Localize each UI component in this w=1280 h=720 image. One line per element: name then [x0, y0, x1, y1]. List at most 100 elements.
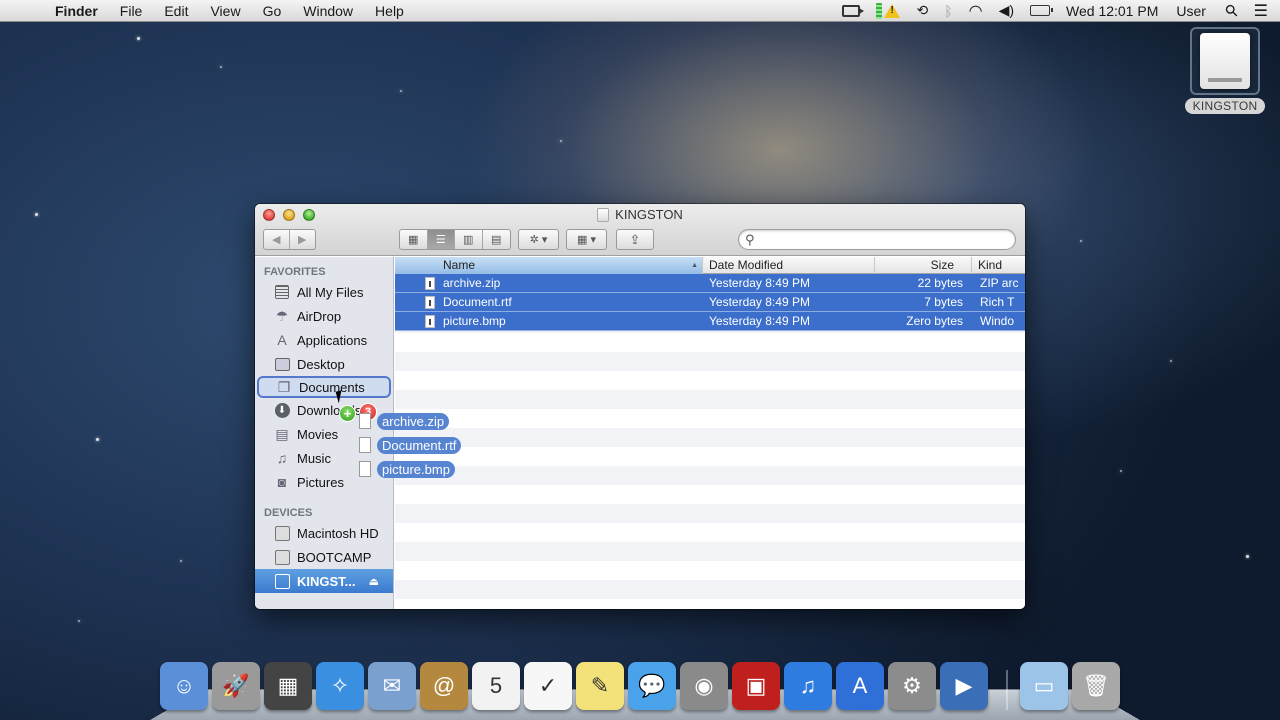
notification-center-icon[interactable]: ☰: [1254, 1, 1268, 21]
volume-icon[interactable]: ◀): [999, 2, 1014, 19]
sidebar-item-label: Desktop: [297, 356, 345, 372]
sidebar-item-airdrop[interactable]: ☂ AirDrop: [255, 304, 393, 328]
column-header-kind[interactable]: Kind: [972, 257, 1025, 274]
battery-icon[interactable]: [1030, 5, 1054, 16]
dock-safari[interactable]: ✧: [316, 662, 364, 710]
sidebar-item-label: KINGST...: [297, 573, 356, 589]
airdrop-icon: ☂: [275, 307, 289, 324]
user-menu[interactable]: User: [1176, 3, 1206, 19]
back-button[interactable]: ◀: [264, 230, 290, 249]
desktop-disk-kingston[interactable]: KINGSTON: [1181, 27, 1269, 114]
file-kind: Windo: [980, 314, 1015, 328]
star: [96, 438, 99, 441]
dock-reminders[interactable]: ✓: [524, 662, 572, 710]
list-header: Name Date Modified Size Kind: [395, 257, 1025, 274]
sidebar-item-label: All My Files: [297, 284, 364, 300]
dock-launchpad[interactable]: 🚀: [212, 662, 260, 710]
search-input[interactable]: [761, 232, 1006, 247]
sidebar-item-kingston[interactable]: KINGST... ⏏: [255, 569, 393, 593]
menu-app-finder[interactable]: Finder: [53, 0, 109, 22]
drag-item: archive.zip: [359, 412, 450, 430]
dock-contacts[interactable]: @: [420, 662, 468, 710]
drag-item-label: Document.rtf: [377, 436, 462, 454]
star: [1170, 360, 1172, 362]
sidebar-item-documents[interactable]: ❐ Documents: [257, 376, 391, 398]
star: [560, 140, 562, 142]
file-kind: ZIP arc: [980, 276, 1019, 290]
dock-messages[interactable]: 💬: [628, 662, 676, 710]
file-size: 22 bytes: [917, 276, 963, 290]
time-machine-icon[interactable]: ⟲: [916, 2, 928, 19]
dock-photo-booth[interactable]: ▣: [732, 662, 780, 710]
list-view-button[interactable]: ☰: [427, 230, 455, 249]
bluetooth-icon[interactable]: ᛒ: [944, 3, 952, 19]
sidebar-item-all-my-files[interactable]: All My Files: [255, 280, 393, 304]
documents-icon: ❐: [277, 378, 291, 395]
sidebar-item-label: Pictures: [297, 474, 344, 490]
column-header-name[interactable]: Name: [395, 257, 703, 274]
screen-recorder-icon[interactable]: [842, 4, 865, 17]
menu-file[interactable]: File: [109, 0, 154, 22]
file-row[interactable]: picture.bmp Yesterday 8:49 PM Zero bytes…: [395, 312, 1025, 331]
eject-icon[interactable]: ⏏: [369, 575, 379, 588]
disk-icon-frame: [1190, 27, 1260, 95]
system-preferences-icon: ⚙: [902, 673, 922, 698]
sidebar-item-macintosh-hd[interactable]: Macintosh HD: [255, 521, 393, 545]
rtf-file-icon: [425, 295, 435, 309]
dock-itunes[interactable]: ♫: [784, 662, 832, 710]
arrange-menu-button[interactable]: ▦ ▾: [566, 229, 607, 250]
sidebar: FAVORITES All My Files ☂ AirDrop A Appli…: [255, 257, 394, 609]
file-rows: archive.zip Yesterday 8:49 PM 22 bytes Z…: [395, 274, 1025, 331]
column-header-size[interactable]: Size: [875, 257, 972, 274]
sidebar-item-applications[interactable]: A Applications: [255, 328, 393, 352]
column-header-date-modified[interactable]: Date Modified: [703, 257, 875, 274]
clock[interactable]: Wed 12:01 PM: [1066, 3, 1158, 19]
copy-plus-badge: +: [339, 405, 356, 422]
photo-booth-icon: ▣: [745, 673, 767, 698]
wifi-icon[interactable]: ◠: [969, 1, 983, 21]
file-list: Name Date Modified Size Kind archive.zip…: [395, 257, 1025, 609]
file-date: Yesterday 8:49 PM: [709, 314, 810, 328]
dock-mission-control[interactable]: ▦: [264, 662, 312, 710]
dock-facetime[interactable]: ◉: [680, 662, 728, 710]
sidebar-item-desktop[interactable]: Desktop: [255, 352, 393, 376]
star: [137, 37, 140, 40]
sidebar-item-label: Macintosh HD: [297, 525, 379, 541]
warning-icon[interactable]: [884, 3, 901, 18]
dock-notes[interactable]: ✎: [576, 662, 624, 710]
share-button[interactable]: ⇪: [616, 229, 654, 250]
column-view-button[interactable]: ▥: [455, 230, 483, 249]
action-menu-button[interactable]: ✲ ▾: [518, 229, 559, 250]
menu-help[interactable]: Help: [364, 0, 415, 22]
launchpad-icon: 🚀: [222, 673, 250, 698]
dock-calendar[interactable]: 5: [472, 662, 520, 710]
dock-iphoto[interactable]: ▶: [940, 662, 988, 710]
dock-mail[interactable]: ✉: [368, 662, 416, 710]
star: [1080, 240, 1082, 242]
sidebar-item-label: BOOTCAMP: [297, 549, 372, 565]
sidebar-item-bootcamp[interactable]: BOOTCAMP: [255, 545, 393, 569]
menu-edit[interactable]: Edit: [153, 0, 199, 22]
dock-documents-stack[interactable]: ▭: [1020, 662, 1068, 710]
dock-system-preferences[interactable]: ⚙: [888, 662, 936, 710]
window-title: KINGSTON: [255, 207, 1025, 222]
forward-button[interactable]: ▶: [290, 230, 315, 249]
menu-go[interactable]: Go: [252, 0, 293, 22]
applications-icon: A: [277, 332, 287, 348]
file-row[interactable]: archive.zip Yesterday 8:49 PM 22 bytes Z…: [395, 274, 1025, 293]
icon-view-button[interactable]: ▦: [400, 230, 428, 249]
dock-finder[interactable]: ☺: [160, 662, 208, 710]
dock-app-store[interactable]: A: [836, 662, 884, 710]
file-row[interactable]: Document.rtf Yesterday 8:49 PM 7 bytes R…: [395, 293, 1025, 312]
desktop-disk-label: KINGSTON: [1184, 98, 1266, 114]
menu-window[interactable]: Window: [292, 0, 364, 22]
gpu-status-icon[interactable]: [876, 2, 883, 19]
dock-trash[interactable]: 🗑: [1072, 662, 1120, 710]
window-titlebar[interactable]: KINGSTON ◀ ▶ ▦ ☰ ▥ ▤ ✲ ▾ ▦ ▾ ⇪ ⚲: [255, 204, 1025, 256]
search-field[interactable]: ⚲: [738, 229, 1016, 250]
star: [180, 560, 182, 562]
drag-item-label: picture.bmp: [377, 460, 455, 478]
spotlight-icon[interactable]: ⚲: [1221, 0, 1243, 22]
coverflow-view-button[interactable]: ▤: [483, 230, 510, 249]
menu-view[interactable]: View: [199, 0, 251, 22]
